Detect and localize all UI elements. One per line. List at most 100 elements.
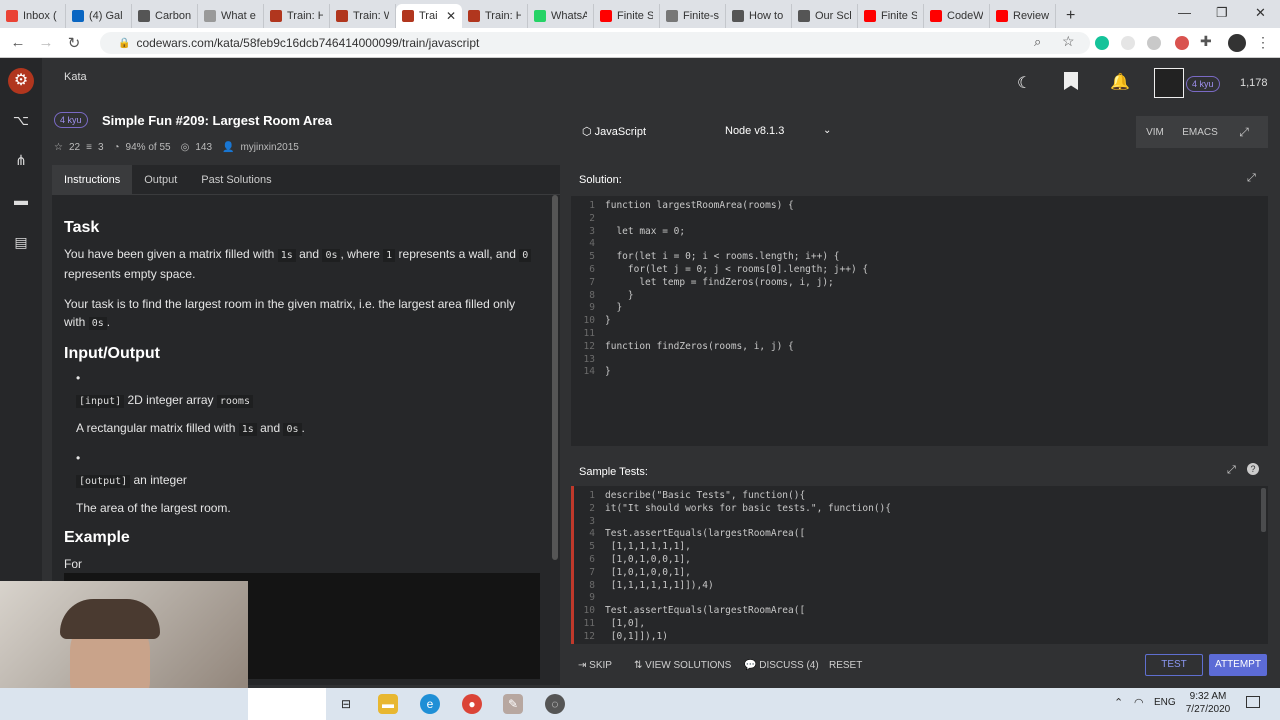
tray-chevron-icon[interactable]: ⌃	[1114, 696, 1123, 709]
vim-button[interactable]: VIM	[1136, 127, 1174, 138]
tab-title: What e	[221, 10, 256, 22]
tab-past-solutions[interactable]: Past Solutions	[189, 165, 283, 194]
bookmark-icon[interactable]	[1064, 72, 1078, 90]
tab-favicon-icon	[798, 10, 810, 22]
line-number: 8	[589, 579, 595, 591]
browser-tab[interactable]: What e	[198, 4, 264, 28]
new-tab-button[interactable]: +	[1066, 4, 1075, 28]
kata-author[interactable]: myjinxin2015	[240, 142, 298, 153]
tab-favicon-icon	[204, 10, 216, 22]
practice-icon[interactable]: ⋔	[12, 152, 30, 168]
grammarly-icon[interactable]	[1095, 36, 1109, 50]
user-avatar[interactable]	[1154, 68, 1184, 98]
attempt-button[interactable]: ATTEMPT	[1209, 654, 1267, 676]
input-item: • [input] 2D integer array rooms A recta…	[76, 371, 305, 436]
browser-tab[interactable]: Finite S	[858, 4, 924, 28]
theme-moon-icon[interactable]: ☾	[1017, 73, 1031, 93]
language-indicator[interactable]: ENG	[1154, 697, 1176, 708]
chrome-icon[interactable]: ●	[462, 694, 482, 714]
test-code-line: [1,1,1,1,1,1]]),4)	[605, 579, 714, 591]
maximize-icon[interactable]: ❐	[1216, 5, 1228, 21]
tests-scrollbar[interactable]	[1261, 488, 1266, 532]
taskbar-search[interactable]	[248, 688, 326, 720]
fullscreen-icon[interactable]: ⤢	[1226, 125, 1262, 140]
browser-tab[interactable]: Review	[990, 4, 1056, 28]
skip-button[interactable]: ⇥ SKIP	[578, 654, 612, 678]
close-tab-icon[interactable]: ✕	[446, 9, 456, 23]
line-number: 11	[583, 328, 595, 339]
instructions-scrollbar[interactable]	[552, 195, 558, 560]
code-line: let max = 0;	[605, 225, 686, 237]
version-select[interactable]: Node v8.1.3	[725, 125, 784, 137]
sample-tests-header: Sample Tests: ⤢ ?	[571, 460, 1268, 484]
collections-count: 3	[97, 142, 104, 153]
url-text: codewars.com/kata/58feb9c16dcb7464140000…	[136, 36, 480, 50]
forward-icon[interactable]: →	[32, 34, 60, 51]
extension-icon[interactable]	[1147, 36, 1161, 50]
minimize-icon[interactable]: —	[1178, 5, 1191, 20]
app-icon[interactable]: ✎	[503, 694, 523, 714]
menu-icon[interactable]: ⋮	[1256, 34, 1270, 51]
browser-tab[interactable]: Inbox (	[0, 4, 66, 28]
close-window-icon[interactable]: ✕	[1255, 5, 1266, 21]
browser-tab[interactable]: How to	[726, 4, 792, 28]
language-selector[interactable]: ⬡ JavaScript	[582, 125, 646, 138]
browser-tab[interactable]: Train: H	[462, 4, 528, 28]
expand-icon[interactable]: ⤢	[1227, 464, 1236, 477]
bookmark-star-icon[interactable]: ☆	[1062, 33, 1075, 50]
edge-icon[interactable]: e	[420, 694, 440, 714]
browser-tab[interactable]: Carbon	[132, 4, 198, 28]
browser-tab[interactable]: Trai ✕	[396, 4, 462, 28]
discuss-icon: 💬	[744, 660, 760, 671]
extension-icon[interactable]	[1175, 36, 1189, 50]
file-explorer-icon[interactable]: ▬	[378, 694, 398, 714]
tab-favicon-icon	[402, 10, 414, 22]
expand-icon[interactable]: ⤢	[1247, 172, 1256, 185]
browser-tab[interactable]: Finite-s	[660, 4, 726, 28]
profile-avatar[interactable]	[1228, 34, 1246, 52]
tab-output[interactable]: Output	[132, 165, 189, 194]
line-number: 2	[589, 502, 595, 514]
browser-tab[interactable]: Train: W	[330, 4, 396, 28]
zoom-icon[interactable]: ⌕	[1034, 34, 1041, 50]
help-icon[interactable]: ?	[1247, 463, 1259, 475]
extension-icon[interactable]	[1121, 36, 1135, 50]
notification-center-icon[interactable]	[1246, 696, 1260, 708]
browser-tab[interactable]: CodeW	[924, 4, 990, 28]
reset-button[interactable]: RESET	[829, 654, 862, 678]
app-icon[interactable]: ◌	[545, 694, 565, 714]
view-solutions-button[interactable]: ⇅ VIEW SOLUTIONS	[634, 654, 731, 678]
chat-icon[interactable]: ▬	[12, 192, 30, 208]
emacs-button[interactable]: EMACS	[1174, 127, 1226, 138]
test-button[interactable]: TEST	[1145, 654, 1203, 676]
wifi-icon[interactable]: ◠	[1134, 696, 1144, 709]
docs-icon[interactable]: ▤	[12, 234, 30, 250]
browser-tab[interactable]: Train: H	[264, 4, 330, 28]
browser-tab[interactable]: Finite S	[594, 4, 660, 28]
codewars-logo[interactable]: ⚙	[8, 68, 34, 94]
reload-icon[interactable]: ↻	[60, 34, 88, 52]
code-line: }	[605, 315, 611, 327]
star-icon[interactable]: ☆	[54, 142, 63, 153]
chevron-down-icon[interactable]: ⌄	[823, 125, 831, 136]
browser-tab[interactable]: WhatsA	[528, 4, 594, 28]
discuss-button[interactable]: 💬 DISCUSS (4)	[744, 654, 819, 678]
task-view-icon[interactable]: ⊟	[336, 694, 356, 714]
line-number: 4	[589, 528, 595, 540]
tab-favicon-icon	[72, 10, 84, 22]
section-title: Kata	[64, 71, 87, 83]
browser-tab[interactable]: (4) Gal	[66, 4, 132, 28]
line-number: 7	[589, 276, 595, 288]
training-icon[interactable]: ⌥	[12, 112, 30, 128]
solution-editor[interactable]: 1 function largestRoomArea(rooms) {2 3 let…	[571, 196, 1268, 446]
puzzle-icon[interactable]: ✚	[1200, 33, 1212, 50]
browser-tab[interactable]: Our Sch	[792, 4, 858, 28]
person-hair	[60, 599, 160, 639]
clock[interactable]: 9:32 AM 7/27/2020	[1180, 690, 1236, 716]
url-field[interactable]: 🔒 codewars.com/kata/58feb9c16dcb74641400…	[100, 32, 1090, 54]
skip-icon: ⇥	[578, 660, 590, 671]
tab-instructions[interactable]: Instructions	[52, 165, 133, 194]
back-icon[interactable]: ←	[4, 34, 32, 51]
notification-bell-icon[interactable]: 🔔	[1110, 72, 1130, 92]
sample-tests-editor[interactable]: 1 describe("Basic Tests", function(){2 it(…	[571, 486, 1268, 644]
